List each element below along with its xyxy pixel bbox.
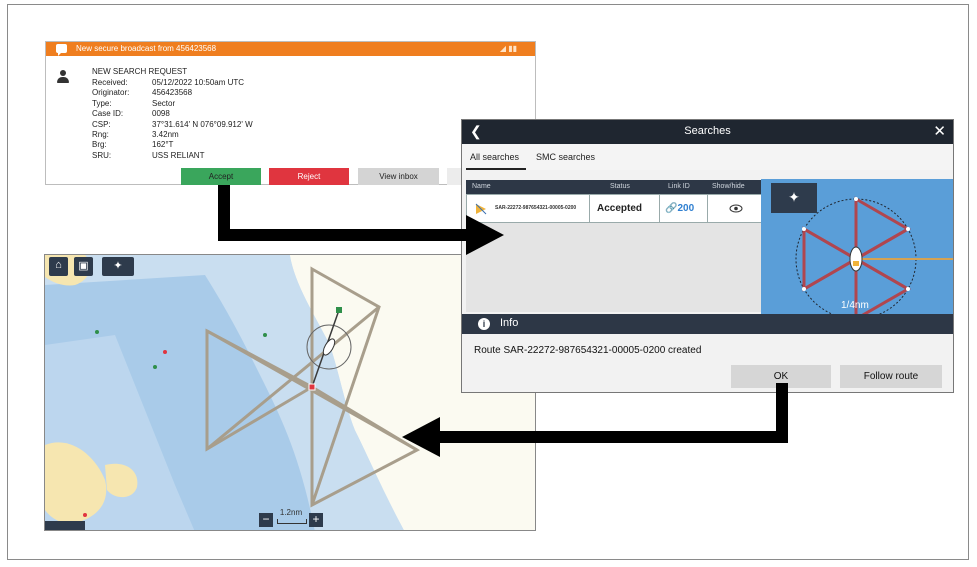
arrow-accept-to-searches bbox=[218, 185, 472, 241]
flow-arrows bbox=[218, 185, 788, 457]
arrow-ok-to-chart bbox=[436, 383, 788, 443]
